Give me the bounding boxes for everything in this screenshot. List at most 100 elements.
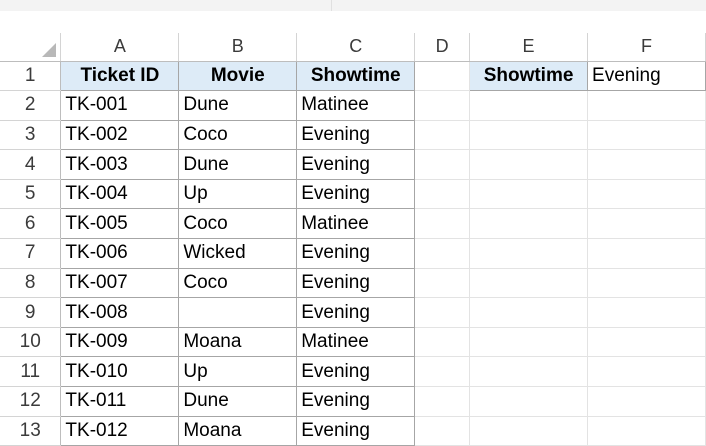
table-cell[interactable]: Evening (296, 119, 416, 151)
table-cell[interactable]: TK-004 (60, 178, 180, 210)
empty-cell[interactable] (414, 61, 471, 92)
empty-cell[interactable] (469, 208, 589, 240)
table-cell[interactable]: TK-010 (60, 356, 180, 388)
criteria-label-cell[interactable]: Showtime (469, 60, 589, 92)
empty-cell[interactable] (587, 416, 706, 446)
table-cell[interactable]: Coco (178, 208, 298, 240)
criteria-value-cell[interactable]: Evening (587, 60, 706, 92)
empty-cell[interactable] (469, 90, 589, 121)
empty-cell[interactable] (414, 268, 471, 299)
table-cell[interactable]: Evening (296, 267, 416, 299)
column-header-c[interactable]: C (296, 33, 416, 62)
table-cell[interactable]: Wicked (178, 238, 298, 269)
empty-cell[interactable] (587, 238, 706, 269)
table-cell[interactable]: Coco (178, 267, 298, 299)
table-cell[interactable]: Evening (296, 356, 416, 388)
row-header[interactable]: 2 (0, 90, 62, 121)
empty-cell[interactable] (587, 90, 706, 121)
empty-cell[interactable] (414, 356, 471, 388)
column-header-a[interactable]: A (60, 33, 180, 62)
empty-cell[interactable] (414, 386, 471, 417)
table-cell[interactable]: TK-002 (60, 119, 180, 151)
empty-cell[interactable] (414, 297, 471, 328)
empty-cell[interactable] (587, 120, 706, 151)
empty-cell[interactable] (587, 208, 706, 240)
empty-cell[interactable] (587, 327, 706, 358)
table-cell[interactable]: Moana (178, 326, 298, 358)
table-cell[interactable]: TK-001 (60, 90, 180, 121)
table-cell[interactable]: TK-012 (60, 415, 180, 446)
table-cell[interactable]: Dune (178, 386, 298, 417)
empty-cell[interactable] (587, 356, 706, 388)
empty-cell[interactable] (414, 149, 471, 180)
empty-cell[interactable] (414, 238, 471, 269)
row-header[interactable]: 7 (0, 238, 62, 269)
row-header[interactable]: 11 (0, 356, 62, 388)
select-all-button[interactable] (0, 33, 62, 62)
table-cell[interactable]: Up (178, 178, 298, 210)
column-header-e[interactable]: E (469, 33, 589, 62)
table-cell[interactable]: Matinee (296, 326, 416, 358)
row-header[interactable]: 10 (0, 327, 62, 358)
column-header-f[interactable]: F (587, 33, 706, 62)
row-header[interactable]: 4 (0, 149, 62, 180)
empty-cell[interactable] (469, 268, 589, 299)
row-header[interactable]: 3 (0, 120, 62, 151)
row-header[interactable]: 1 (0, 61, 62, 92)
empty-cell[interactable] (414, 120, 471, 151)
table-cell[interactable]: Evening (296, 149, 416, 180)
table-cell[interactable]: Moana (178, 415, 298, 446)
table-header-cell[interactable]: Movie (178, 60, 298, 92)
table-header-cell[interactable]: Showtime (296, 60, 416, 92)
table-cell[interactable]: TK-003 (60, 149, 180, 180)
column-header-row: A B C D E F (0, 33, 706, 62)
row-header[interactable]: 9 (0, 297, 62, 328)
empty-cell[interactable] (469, 120, 589, 151)
empty-cell[interactable] (587, 179, 706, 210)
empty-cell[interactable] (469, 297, 589, 328)
empty-cell[interactable] (587, 149, 706, 180)
table-cell[interactable]: Evening (296, 238, 416, 269)
row-header[interactable]: 12 (0, 386, 62, 417)
table-cell[interactable]: TK-008 (60, 297, 180, 328)
empty-cell[interactable] (469, 327, 589, 358)
empty-cell[interactable] (414, 327, 471, 358)
table-cell[interactable]: TK-007 (60, 267, 180, 299)
empty-cell[interactable] (469, 416, 589, 446)
empty-cell[interactable] (469, 149, 589, 180)
empty-cell[interactable] (414, 416, 471, 446)
empty-cell[interactable] (587, 386, 706, 417)
table-cell[interactable]: Evening (296, 178, 416, 210)
column-header-b[interactable]: B (178, 33, 298, 62)
row-header[interactable]: 13 (0, 416, 62, 446)
empty-cell[interactable] (469, 179, 589, 210)
table-cell[interactable]: Evening (296, 415, 416, 446)
table-cell[interactable]: Coco (178, 119, 298, 151)
table-cell[interactable]: TK-006 (60, 238, 180, 269)
empty-cell[interactable] (414, 208, 471, 240)
table-cell[interactable]: TK-005 (60, 208, 180, 240)
table-cell[interactable]: Evening (296, 386, 416, 417)
table-cell[interactable]: Dune (178, 90, 298, 121)
table-row: 7 TK-006 Wicked Evening (0, 238, 706, 269)
table-cell[interactable]: Up (178, 356, 298, 388)
table-cell[interactable]: TK-009 (60, 326, 180, 358)
table-header-cell[interactable]: Ticket ID (60, 60, 180, 92)
table-cell[interactable]: Matinee (296, 208, 416, 240)
table-cell[interactable]: TK-011 (60, 386, 180, 417)
row-header[interactable]: 8 (0, 268, 62, 299)
empty-cell[interactable] (414, 179, 471, 210)
empty-cell[interactable] (587, 268, 706, 299)
column-header-d[interactable]: D (414, 33, 471, 62)
empty-cell[interactable] (469, 386, 589, 417)
table-cell[interactable]: Matinee (296, 90, 416, 121)
empty-cell[interactable] (414, 90, 471, 121)
empty-cell[interactable] (587, 297, 706, 328)
empty-cell[interactable] (469, 238, 589, 269)
table-cell[interactable]: Evening (296, 297, 416, 328)
empty-cell[interactable] (469, 356, 589, 388)
table-cell[interactable]: Dune (178, 149, 298, 180)
row-header[interactable]: 6 (0, 208, 62, 240)
table-cell[interactable] (178, 297, 298, 328)
row-header[interactable]: 5 (0, 179, 62, 210)
